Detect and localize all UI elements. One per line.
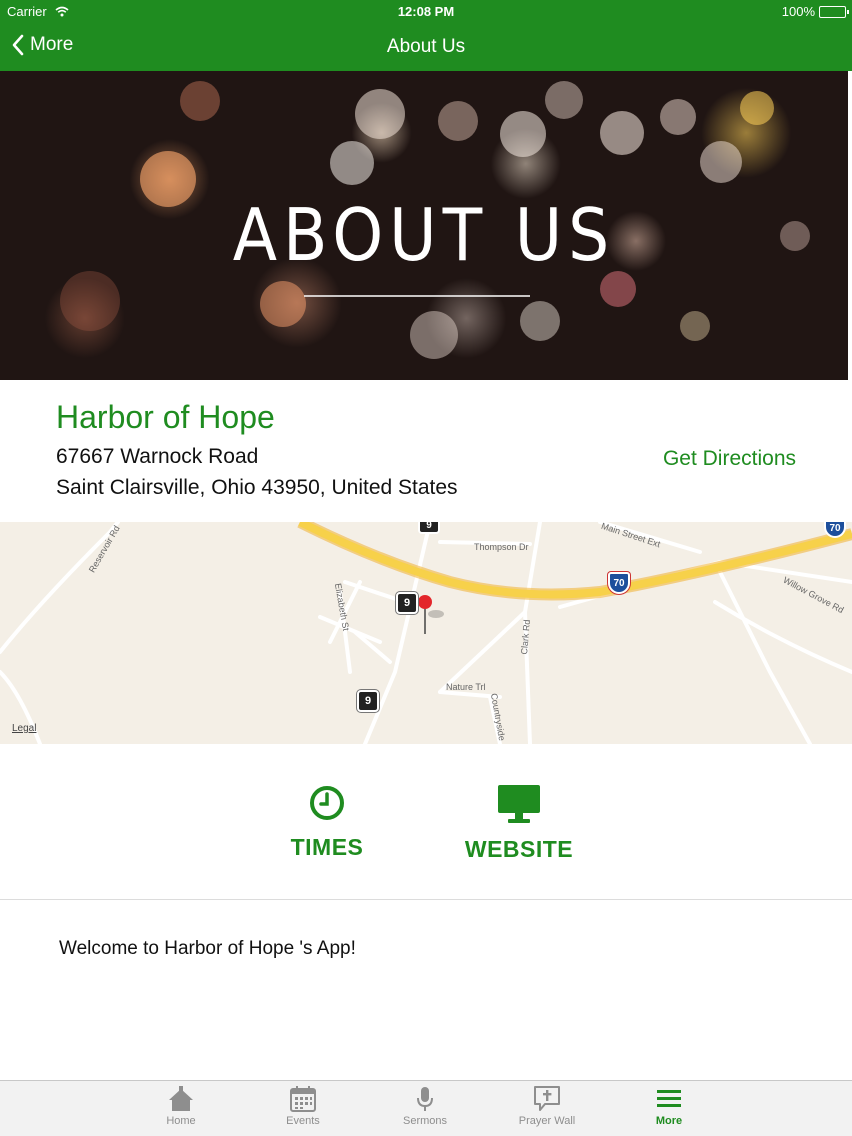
tab-more-label: More — [655, 1115, 683, 1127]
prayer-icon — [534, 1086, 560, 1111]
hero-banner: ABOUT US — [0, 71, 848, 380]
tab-more[interactable]: More — [614, 1085, 724, 1127]
times-label: TIMES — [290, 834, 364, 860]
calendar-icon — [290, 1086, 316, 1112]
clock-icon — [310, 786, 344, 820]
website-label: WEBSITE — [464, 836, 574, 862]
tab-home-label: Home — [166, 1115, 196, 1127]
home-icon — [169, 1086, 193, 1111]
website-button[interactable]: WEBSITE — [459, 784, 579, 863]
battery-percent: 100% — [781, 4, 815, 19]
map-label-thompson: Thompson Dr — [474, 542, 529, 552]
battery-icon — [819, 6, 849, 18]
times-button[interactable]: TIMES — [277, 784, 377, 861]
navigation-bar: More About Us — [0, 24, 852, 71]
menu-icon — [657, 1090, 681, 1107]
tab-sermons-label: Sermons — [402, 1115, 448, 1127]
status-bar: Carrier 12:08 PM 100% — [0, 0, 852, 24]
welcome-message: Welcome to Harbor of Hope 's App! — [59, 938, 356, 959]
microphone-icon — [417, 1087, 433, 1111]
status-time: 12:08 PM — [397, 4, 455, 19]
church-info: Harbor of Hope 67667 Warnock Road Saint … — [0, 380, 852, 522]
get-directions-link[interactable]: Get Directions — [663, 447, 796, 471]
tab-bar: Home Events Sermons Prayer Wall More — [0, 1080, 852, 1136]
church-name: Harbor of Hope — [56, 399, 275, 435]
map-roads — [0, 522, 852, 744]
location-map[interactable]: Thompson Dr Reservoir Rd Elizabeth St Cl… — [0, 522, 852, 744]
hero-divider — [304, 295, 530, 297]
hero-heading: ABOUT US — [232, 193, 616, 277]
action-buttons: TIMES WEBSITE — [0, 744, 852, 900]
interstate-70-shield-icon: 70 — [608, 572, 630, 594]
tab-sermons[interactable]: Sermons — [370, 1085, 480, 1127]
route-9-shield-icon: 9 — [396, 592, 418, 614]
route-9-shield-icon: 9 — [357, 690, 379, 712]
address-line-1: 67667 Warnock Road — [56, 445, 259, 468]
tab-home[interactable]: Home — [126, 1085, 236, 1127]
page-title: About Us — [386, 36, 466, 57]
route-9-shield-icon: 9 — [418, 522, 440, 534]
tab-prayer-wall[interactable]: Prayer Wall — [492, 1085, 602, 1127]
tab-prayer-wall-label: Prayer Wall — [518, 1115, 576, 1127]
map-label-nature: Nature Trl — [446, 682, 486, 692]
tab-events[interactable]: Events — [248, 1085, 358, 1127]
tab-events-label: Events — [286, 1115, 320, 1127]
monitor-icon — [498, 785, 540, 823]
address-line-2: Saint Clairsville, Ohio 43950, United St… — [56, 476, 458, 499]
map-legal-link[interactable]: Legal — [12, 723, 36, 734]
